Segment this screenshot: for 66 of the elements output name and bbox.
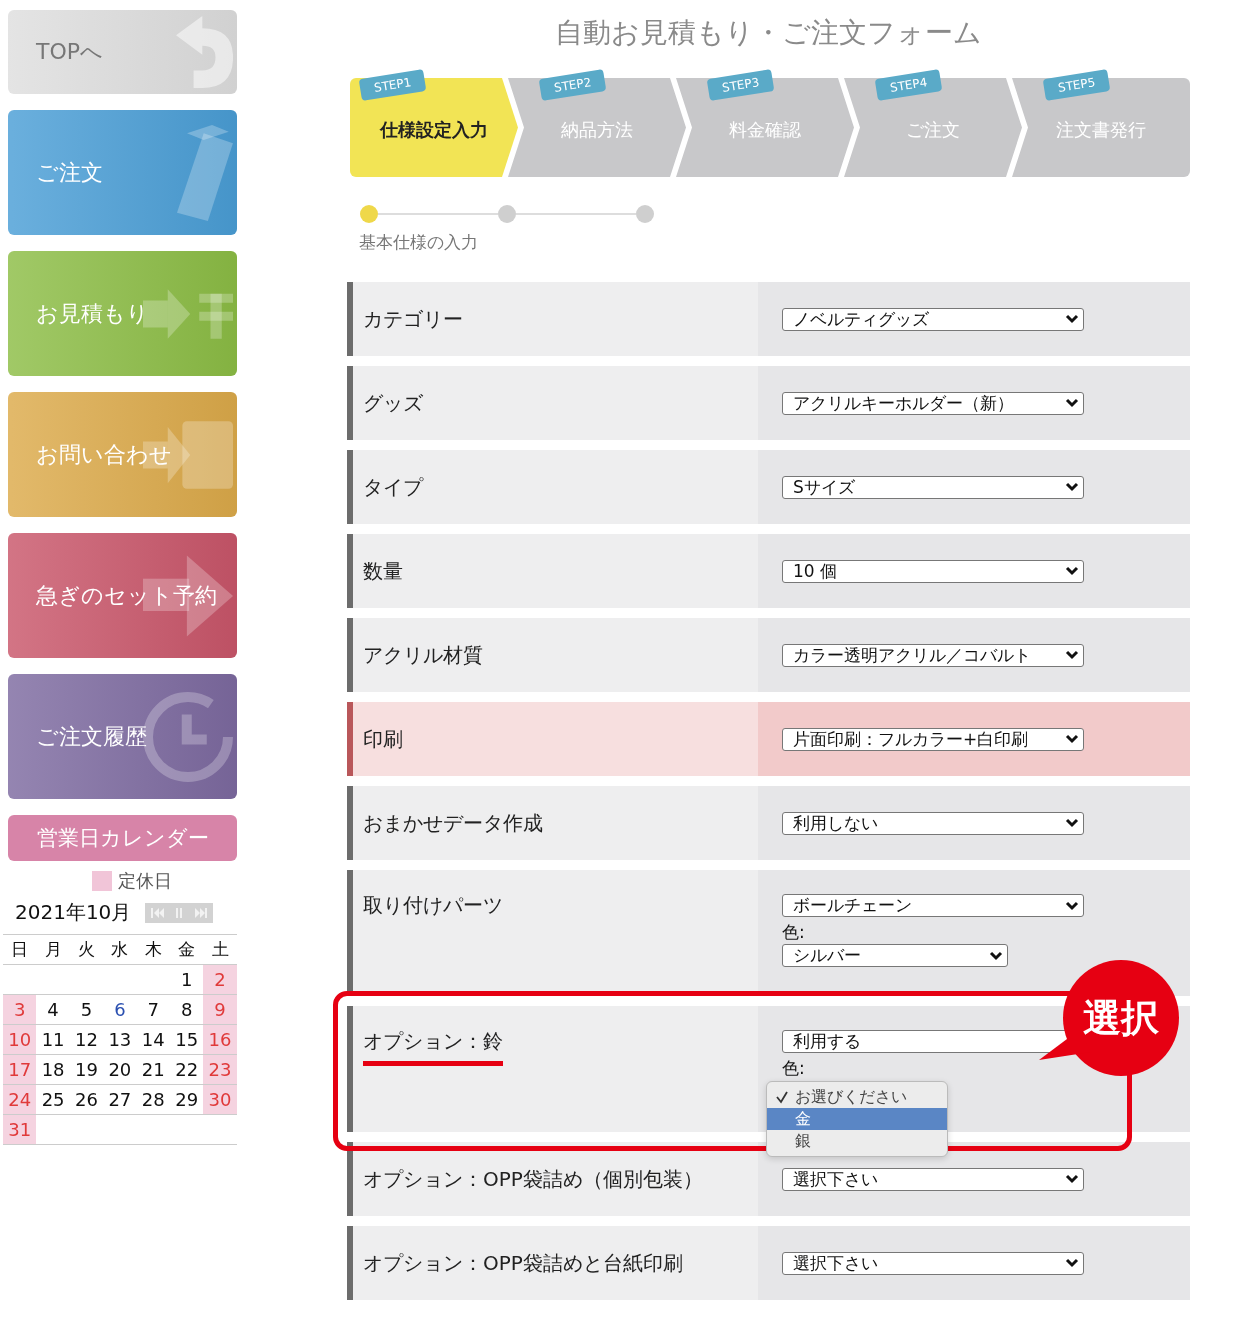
nav-button[interactable]: ご注文履歴 (8, 674, 237, 799)
select-field[interactable]: 利用しない (782, 811, 1084, 835)
row-label: カテゴリー (363, 305, 463, 333)
calendar-day: 30 (203, 1085, 237, 1115)
chevron-down-icon (1065, 398, 1079, 408)
dropdown-option[interactable]: 銀 (767, 1130, 947, 1152)
row-label: オプション：OPP袋詰め（個別包装） (363, 1165, 703, 1193)
calendar-day: 23 (203, 1055, 237, 1085)
row-label: グッズ (363, 389, 423, 417)
calendar-day: 31 (3, 1115, 37, 1145)
document-icon (177, 124, 233, 221)
chevron-down-icon (1065, 818, 1079, 828)
calendar-day: 9 (203, 995, 237, 1025)
select-field[interactable]: シルバー (782, 944, 1008, 967)
select-field[interactable]: カラー透明アクリル／コバルト (782, 643, 1084, 667)
select-field[interactable]: 片面印刷：フルカラー+白印刷 (782, 727, 1084, 751)
chevron-down-icon (1065, 650, 1079, 660)
row-label: タイプ (363, 473, 423, 501)
chevron-down-icon (1065, 734, 1079, 744)
calendar-day: 10 (3, 1025, 37, 1055)
holiday-swatch (91, 871, 112, 891)
calendar-day: 17 (3, 1055, 37, 1085)
calendar-day: 16 (203, 1025, 237, 1055)
nav-button[interactable]: 急ぎのセット予約 (8, 533, 237, 658)
weekday-header: 日 (3, 935, 37, 965)
legend-text: 定休日 (117, 869, 172, 893)
calendar-header: 営業日カレンダー (8, 815, 237, 861)
chevron-down-icon (1065, 482, 1079, 492)
dropdown-option[interactable]: お選びください (767, 1086, 947, 1108)
chevron-down-icon (989, 950, 1003, 961)
chevron-down-icon (1065, 314, 1079, 324)
return-arrow-icon (175, 16, 233, 88)
callout-tooltip: 選択 (1039, 960, 1179, 1076)
form-title: 自動お見積もり・ご注文フォーム (554, 15, 983, 51)
select-field[interactable]: ボールチェーン (782, 894, 1084, 917)
select-field[interactable]: ノベルティグッズ (782, 307, 1084, 331)
row-label: 数量 (363, 557, 403, 585)
calendar-day: 2 (203, 965, 237, 995)
chevron-down-icon (1065, 900, 1079, 911)
select-field[interactable]: Sサイズ (782, 475, 1084, 499)
chevron-down-icon (1065, 1258, 1079, 1268)
dropdown-option[interactable]: 金 (767, 1108, 947, 1130)
row-label: 印刷 (363, 725, 403, 753)
field-caption: 色: (782, 921, 805, 944)
row-label: おまかせデータ作成 (363, 809, 543, 837)
row-label: 取り付けパーツ (363, 892, 503, 919)
weekday-header: 火 (69, 935, 104, 965)
select-field[interactable]: 10 個 (782, 559, 1084, 583)
select-field[interactable]: 選択下さい (782, 1167, 1084, 1191)
checkmark-icon (775, 1090, 789, 1104)
row-label: アクリル材質 (363, 641, 483, 669)
select-field[interactable]: 選択下さい (782, 1251, 1084, 1275)
chevron-down-icon (1065, 1174, 1079, 1184)
row-label: オプション：鈴 (363, 1028, 503, 1066)
weekday-header: 木 (136, 935, 170, 965)
calendar-nav-icon[interactable] (145, 902, 214, 923)
calendar-day: 3 (3, 995, 37, 1025)
field-caption: 色: (782, 1057, 805, 1080)
calendar-month: 2021年10月 (15, 899, 132, 926)
weekday-header: 月 (36, 935, 70, 965)
chevron-down-icon (1065, 566, 1079, 576)
select-field[interactable]: アクリルキーホルダー（新） (782, 391, 1084, 415)
progress-caption: 基本仕様の入力 (359, 231, 479, 254)
calendar-day: 24 (3, 1085, 37, 1115)
row-label: オプション：OPP袋詰めと台紙印刷 (363, 1249, 683, 1277)
weekday-header: 水 (103, 935, 137, 965)
